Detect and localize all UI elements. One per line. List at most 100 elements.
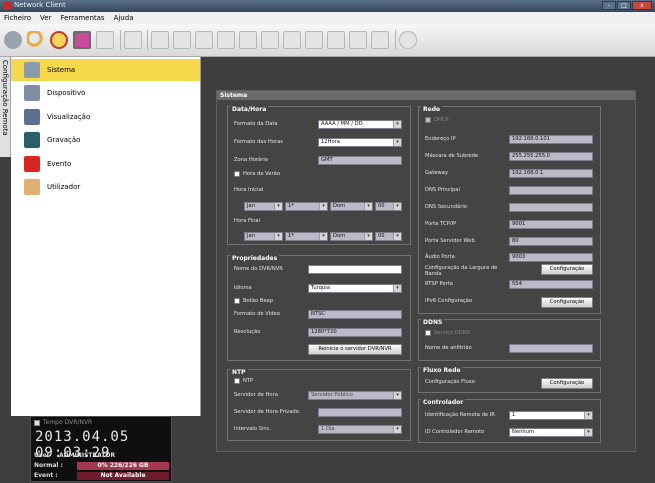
menu-ver[interactable]: Ver (40, 14, 51, 22)
chevron-down-icon: ▾ (319, 233, 327, 240)
rede-label: DNS Secundário (425, 204, 467, 210)
hora-final-label: Hora Final (234, 218, 260, 224)
app-icon (3, 2, 11, 10)
side-tab-remote-config[interactable]: Configuração Remota (0, 57, 11, 157)
formato-data-label: Formato da Data (234, 121, 278, 127)
chevron-down-icon: ▾ (274, 233, 282, 240)
minimize-button[interactable]: – (602, 1, 616, 10)
menu-ficheiro[interactable]: Ficheiro (4, 14, 31, 22)
remote-config-icon[interactable] (50, 31, 68, 49)
menu-ajuda[interactable]: Ajuda (114, 14, 134, 22)
layout-64-icon[interactable] (371, 31, 389, 49)
layout-6-icon[interactable] (195, 31, 213, 49)
sidebar-item-evento[interactable]: Evento (11, 153, 200, 175)
chevron-down-icon: ▾ (319, 203, 327, 210)
sidebar-item-label: Gravação (47, 136, 81, 144)
ipv6-config-button[interactable]: Configuração (541, 297, 593, 308)
playback-icon[interactable] (73, 31, 91, 49)
ntp-title: NTP (230, 369, 248, 376)
ntp-checkbox[interactable] (234, 378, 240, 384)
layout-25-icon[interactable] (327, 31, 345, 49)
final-day[interactable]: Dom ▾ (330, 232, 373, 241)
final-week[interactable]: 1ª ▾ (285, 232, 328, 241)
system-icon (24, 62, 40, 78)
banda-config-button[interactable]: Configuração (541, 264, 593, 275)
formato-horas-select[interactable]: 12Hora ▾ (318, 138, 402, 147)
rtsp-field[interactable]: 554 (509, 280, 593, 289)
propriedades-group: Propriedades Nome do DVR/NVR Idioma Turq… (227, 255, 411, 361)
rede-field[interactable]: 255.255.255.0 (509, 152, 593, 161)
sidebar-item-label: Utilizador (47, 183, 81, 191)
sidebar-item-gravacao[interactable]: Gravação (11, 129, 200, 151)
sidebar-item-sistema[interactable]: Sistema (11, 59, 200, 81)
zona-field[interactable]: GMT (318, 156, 402, 165)
sidebar-item-visualizacao[interactable]: Visualização (11, 106, 200, 128)
video-format-field[interactable]: NTSC (308, 310, 402, 319)
fluxo-config-button[interactable]: Configuração (541, 378, 593, 389)
intervalo-select[interactable]: 1 Dia ▾ (318, 425, 402, 434)
event-label: Event : (34, 472, 58, 479)
inicial-week[interactable]: 1ª ▾ (285, 202, 328, 211)
chevron-down-icon: ▾ (364, 233, 372, 240)
fluxo-group: Fluxo Rede Configuração Fluxo Configuraç… (418, 367, 601, 393)
nome-dvr-input[interactable] (308, 265, 402, 274)
sequence-icon[interactable] (399, 31, 417, 49)
final-month[interactable]: Jan ▾ (244, 232, 283, 241)
inicial-hour[interactable]: 00 ▾ (375, 202, 402, 211)
resolucao-label: Resolução (234, 329, 261, 335)
sidebar-item-label: Visualização (47, 113, 91, 121)
servidor-privado-field[interactable] (318, 408, 402, 417)
inicial-day[interactable]: Dom ▾ (330, 202, 373, 211)
rede-field[interactable]: 9003 (509, 253, 593, 262)
sidebar-item-utilizador[interactable]: Utilizador (11, 176, 200, 198)
idioma-select[interactable]: Turquia ▾ (308, 284, 402, 293)
rede-label: Máscara de Subrede (425, 153, 479, 159)
beep-checkbox[interactable] (234, 298, 240, 304)
dhcp-checkbox[interactable] (425, 117, 431, 123)
sidebar-item-dispositivo[interactable]: Dispositivo (11, 82, 200, 104)
chevron-down-icon: ▾ (274, 203, 282, 210)
ir-select[interactable]: 1 ▾ (509, 411, 593, 420)
verao-checkbox[interactable] (234, 171, 240, 177)
restart-server-button[interactable]: Reinicie o servidor DVR/NVR (308, 344, 402, 355)
user-value: ADMINISTRATOR (59, 452, 116, 459)
menu-ferramentas[interactable]: Ferramentas (60, 14, 104, 22)
rede-field[interactable]: 9001 (509, 220, 593, 229)
close-all-icon[interactable] (124, 31, 142, 49)
maximize-button[interactable]: □ (617, 1, 631, 10)
layout-10-icon[interactable] (261, 31, 279, 49)
layout-8-icon[interactable] (217, 31, 235, 49)
close-button[interactable]: x (632, 1, 652, 10)
fluxo-label: Configuração Fluxo (425, 379, 475, 385)
connect-icon[interactable] (4, 31, 22, 49)
rede-label: Áudio Porta (425, 254, 455, 260)
inicial-month[interactable]: Jan ▾ (244, 202, 283, 211)
layout-9-icon[interactable] (239, 31, 257, 49)
layout-4-icon[interactable] (173, 31, 191, 49)
chevron-down-icon: ▾ (584, 429, 592, 436)
ddns-checkbox[interactable] (425, 330, 431, 336)
id-controlador-select[interactable]: Nenhum ▾ (509, 428, 593, 437)
final-hour[interactable]: 00 ▾ (375, 232, 402, 241)
toolbar (0, 24, 655, 57)
layout-36-icon[interactable] (349, 31, 367, 49)
formato-data-select[interactable]: AAAA / MM / DD ▾ (318, 120, 402, 129)
event-status-bar: Not Available (77, 472, 169, 480)
rede-label: Porta TCP/IP (425, 221, 457, 227)
anfitriao-field[interactable] (509, 344, 593, 353)
rede-field[interactable] (509, 203, 593, 212)
search-icon[interactable] (27, 31, 45, 49)
layout-1-icon[interactable] (151, 31, 169, 49)
dvr-time-checkbox[interactable] (34, 420, 40, 426)
rede-field[interactable] (509, 186, 593, 195)
rede-field[interactable]: 80 (509, 237, 593, 246)
layout-16-icon[interactable] (305, 31, 323, 49)
resolucao-field[interactable]: 1280*720 (308, 328, 402, 337)
rede-field[interactable]: 192.168.0.101 (509, 135, 593, 144)
layout-13-icon[interactable] (283, 31, 301, 49)
servidor-hora-select[interactable]: Servidor Público ▾ (308, 391, 402, 400)
view-icon (24, 109, 40, 125)
rede-field[interactable]: 192.168.0.1 (509, 169, 593, 178)
formato-horas-label: Formato das Horas (234, 139, 284, 145)
backup-icon[interactable] (96, 31, 114, 49)
